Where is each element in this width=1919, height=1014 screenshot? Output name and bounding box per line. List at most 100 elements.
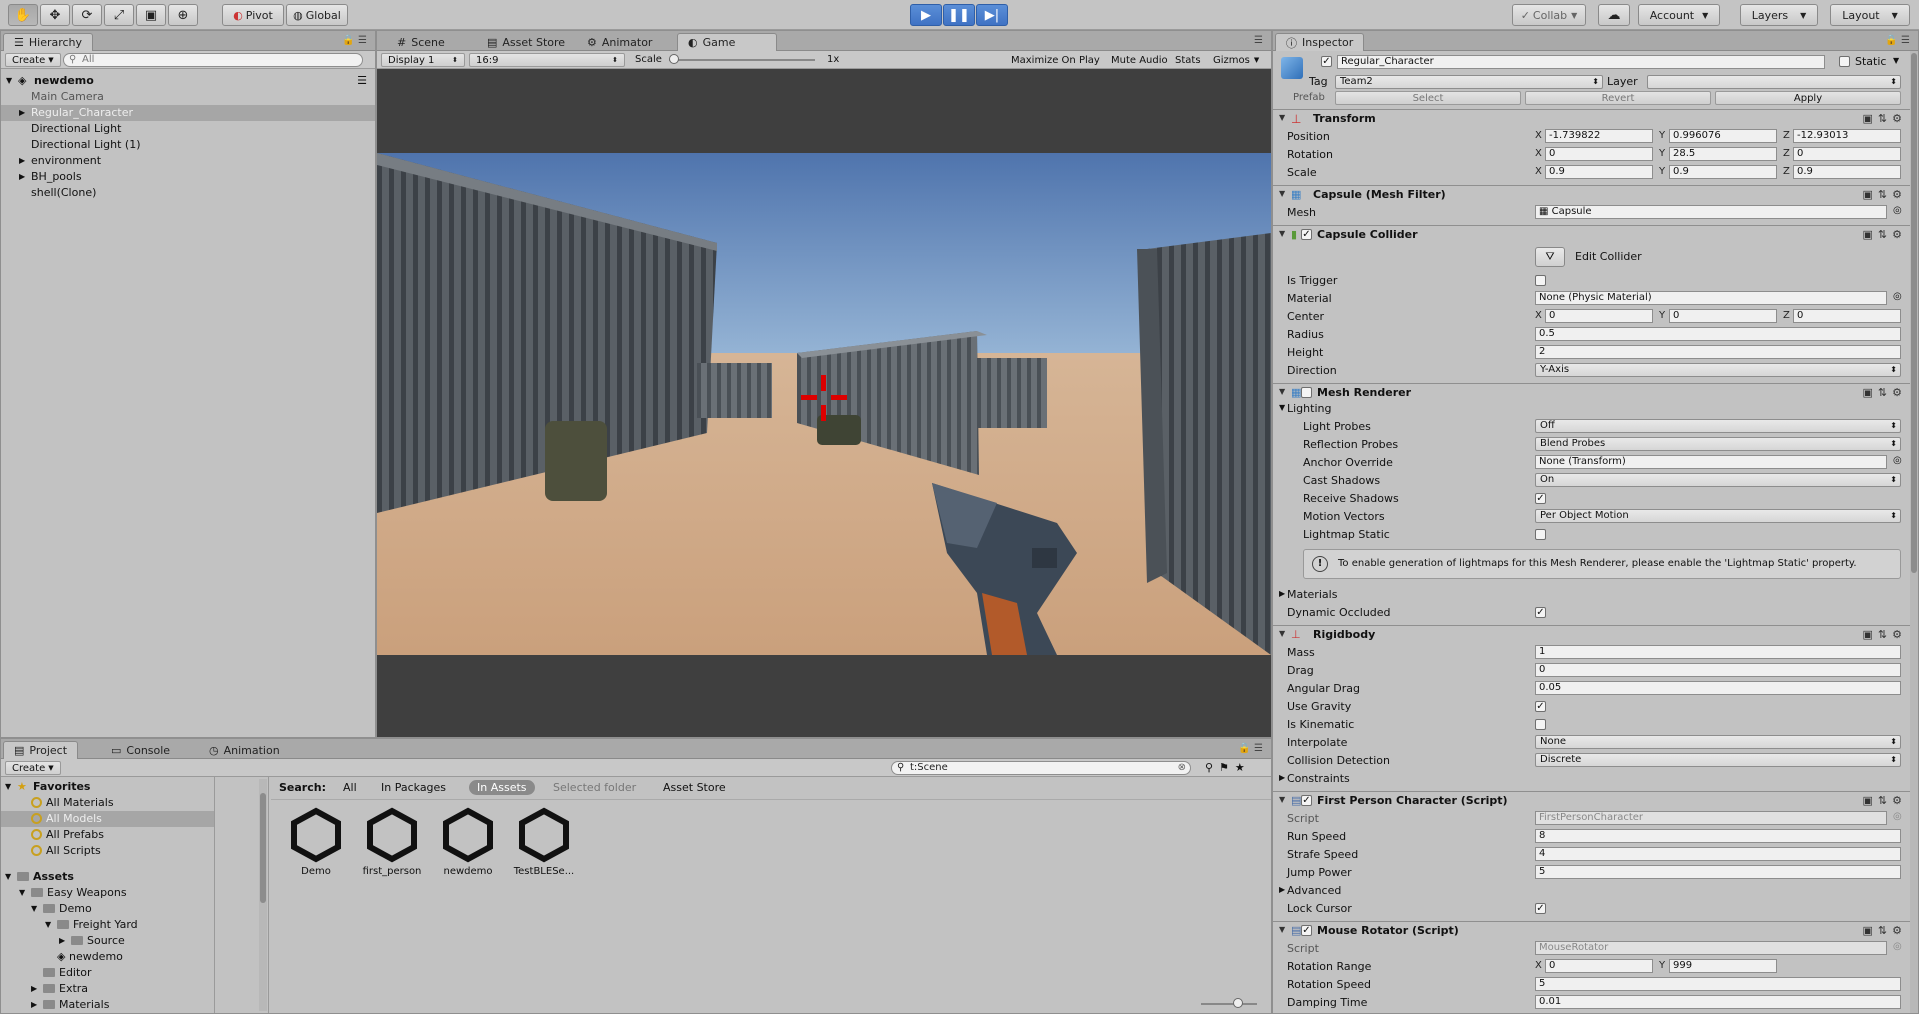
- hierarchy-search-input[interactable]: ⚲ All: [63, 53, 363, 67]
- angular-drag-field[interactable]: 0.05: [1535, 681, 1901, 695]
- tab-project[interactable]: ▤ Project: [3, 741, 79, 759]
- prefab-revert-button[interactable]: Revert: [1525, 91, 1711, 105]
- height-field[interactable]: 2: [1535, 345, 1901, 359]
- component-header-icons[interactable]: ▣⇅⚙: [1863, 112, 1907, 125]
- mouse-rotator-header[interactable]: ▼ ▤ ✓ Mouse Rotator (Script) ▣⇅⚙: [1273, 921, 1913, 939]
- scene-menu-icon[interactable]: ☰: [357, 73, 367, 89]
- drag-field[interactable]: 0: [1535, 663, 1901, 677]
- component-header-icons[interactable]: ▣⇅⚙: [1863, 628, 1907, 641]
- component-header-icons[interactable]: ▣⇅⚙: [1863, 228, 1907, 241]
- fpc-header[interactable]: ▼ ▤ ✓ First Person Character (Script) ▣⇅…: [1273, 791, 1913, 809]
- edit-collider-button[interactable]: ⛛: [1535, 247, 1565, 267]
- maximize-on-play-toggle[interactable]: Maximize On Play: [1005, 53, 1106, 67]
- rotation-y-field[interactable]: 28.5: [1669, 147, 1777, 161]
- direction-dropdown[interactable]: Y-Axis: [1535, 363, 1901, 377]
- reflection-probes-dropdown[interactable]: Blend Probes: [1535, 437, 1901, 451]
- mass-field[interactable]: 1: [1535, 645, 1901, 659]
- run-speed-field[interactable]: 8: [1535, 829, 1901, 843]
- materials-label[interactable]: Materials: [1287, 587, 1337, 602]
- rotation-x-field[interactable]: 0: [1545, 147, 1653, 161]
- transform-tool-button[interactable]: ⊕: [168, 4, 198, 26]
- cloud-button[interactable]: ☁: [1598, 4, 1630, 26]
- rotation-z-field[interactable]: 0: [1793, 147, 1901, 161]
- damping-time-field[interactable]: 0.01: [1535, 995, 1901, 1009]
- component-header-icons[interactable]: ▣⇅⚙: [1863, 188, 1907, 201]
- aspect-dropdown[interactable]: 16:9 ⬍: [469, 53, 625, 67]
- rotation-speed-field[interactable]: 5: [1535, 977, 1901, 991]
- scene-row[interactable]: ▼ ◈ newdemo ☰: [1, 73, 375, 89]
- tab-animator[interactable]: ⚙ Animator: [577, 33, 662, 51]
- prefab-apply-button[interactable]: Apply: [1715, 91, 1901, 105]
- rect-tool-button[interactable]: ▣: [136, 4, 166, 26]
- filter-in-packages[interactable]: In Packages: [381, 781, 446, 794]
- advanced-label[interactable]: Advanced: [1287, 883, 1341, 898]
- asset-item[interactable]: newdemo: [437, 807, 499, 877]
- scale-slider[interactable]: [669, 59, 815, 61]
- panel-menu-icon[interactable]: 🔒 ☰: [1885, 35, 1910, 46]
- component-enabled-checkbox[interactable]: ✓: [1301, 229, 1312, 240]
- layout-dropdown[interactable]: Layout ▼: [1830, 4, 1910, 26]
- component-header-icons[interactable]: ▣⇅⚙: [1863, 924, 1907, 937]
- stats-toggle[interactable]: Stats: [1169, 53, 1207, 67]
- component-enabled-checkbox[interactable]: [1301, 387, 1312, 398]
- tab-inspector[interactable]: ⓘ Inspector: [1275, 33, 1365, 51]
- pivot-button[interactable]: ◐ Pivot: [222, 4, 284, 26]
- tag-dropdown[interactable]: Team2: [1335, 75, 1603, 89]
- receive-shadows-checkbox[interactable]: ✓: [1535, 493, 1546, 504]
- component-header-icons[interactable]: ▣⇅⚙: [1863, 794, 1907, 807]
- use-gravity-checkbox[interactable]: ✓: [1535, 701, 1546, 712]
- position-y-field[interactable]: 0.996076: [1669, 129, 1777, 143]
- scale-y-field[interactable]: 0.9: [1669, 165, 1777, 179]
- icon-size-slider-thumb[interactable]: [1233, 998, 1243, 1008]
- prefab-select-button[interactable]: Select: [1335, 91, 1521, 105]
- position-x-field[interactable]: -1.739822: [1545, 129, 1653, 143]
- tab-hierarchy[interactable]: ☰ Hierarchy: [3, 33, 94, 51]
- constraints-label[interactable]: Constraints: [1287, 771, 1350, 786]
- lock-cursor-checkbox[interactable]: ✓: [1535, 903, 1546, 914]
- fold-closed-icon[interactable]: ▶: [1279, 885, 1285, 894]
- rotation-range-x-field[interactable]: 0: [1545, 959, 1653, 973]
- tab-console[interactable]: ▭ Console: [101, 741, 180, 759]
- asset-item[interactable]: Demo: [285, 807, 347, 877]
- component-enabled-checkbox[interactable]: ✓: [1301, 925, 1312, 936]
- object-picker-icon[interactable]: ◎: [1893, 455, 1902, 466]
- account-dropdown[interactable]: Account ▼: [1638, 4, 1720, 26]
- scale-tool-button[interactable]: ⤢: [104, 4, 134, 26]
- filter-in-assets[interactable]: In Assets: [469, 780, 535, 795]
- is-kinematic-checkbox[interactable]: [1535, 719, 1546, 730]
- create-button[interactable]: Create ▼: [5, 53, 61, 67]
- asset-item[interactable]: first_person: [361, 807, 423, 877]
- dynamic-occluded-checkbox[interactable]: ✓: [1535, 607, 1546, 618]
- lightmap-static-checkbox[interactable]: [1535, 529, 1546, 540]
- static-checkbox[interactable]: [1839, 56, 1850, 67]
- object-picker-icon[interactable]: ◎: [1893, 205, 1902, 216]
- collab-button[interactable]: ✓ Collab ▼: [1512, 4, 1586, 26]
- rotation-range-y-field[interactable]: 999: [1669, 959, 1777, 973]
- transform-header[interactable]: ▼ ⊥ Transform ▣⇅⚙: [1273, 109, 1913, 127]
- fold-closed-icon[interactable]: ▶: [1279, 773, 1285, 782]
- jump-power-field[interactable]: 5: [1535, 865, 1901, 879]
- interpolate-dropdown[interactable]: None: [1535, 735, 1901, 749]
- layers-dropdown[interactable]: Layers ▼: [1740, 4, 1818, 26]
- component-header-icons[interactable]: ▣⇅⚙: [1863, 386, 1907, 399]
- mesh-renderer-header[interactable]: ▼ ▦ Mesh Renderer ▣⇅⚙: [1273, 383, 1913, 401]
- tab-animation[interactable]: ◷ Animation: [199, 741, 290, 759]
- filter-selected-folder[interactable]: Selected folder: [553, 781, 636, 794]
- global-button[interactable]: ◍ Global: [286, 4, 348, 26]
- fold-closed-icon[interactable]: ▶: [1279, 589, 1285, 598]
- tab-scene[interactable]: # Scene: [387, 33, 455, 51]
- hierarchy-item[interactable]: ▶ BH_pools: [1, 169, 375, 185]
- hierarchy-item[interactable]: Directional Light: [1, 121, 375, 137]
- layer-dropdown[interactable]: [1647, 75, 1901, 89]
- mesh-filter-header[interactable]: ▼ ▦ Capsule (Mesh Filter) ▣⇅⚙: [1273, 185, 1913, 203]
- scale-z-field[interactable]: 0.9: [1793, 165, 1901, 179]
- display-dropdown[interactable]: Display 1 ⬍: [381, 53, 465, 67]
- pause-button[interactable]: ❚❚: [943, 4, 975, 26]
- rotate-tool-button[interactable]: ⟳: [72, 4, 102, 26]
- create-button[interactable]: Create ▼: [5, 761, 61, 775]
- mute-audio-toggle[interactable]: Mute Audio: [1105, 53, 1174, 67]
- inspector-scrollbar-thumb[interactable]: [1911, 53, 1917, 573]
- center-x-field[interactable]: 0: [1545, 309, 1653, 323]
- mesh-field[interactable]: ▦ Capsule: [1535, 205, 1887, 219]
- filter-all[interactable]: All: [343, 781, 357, 794]
